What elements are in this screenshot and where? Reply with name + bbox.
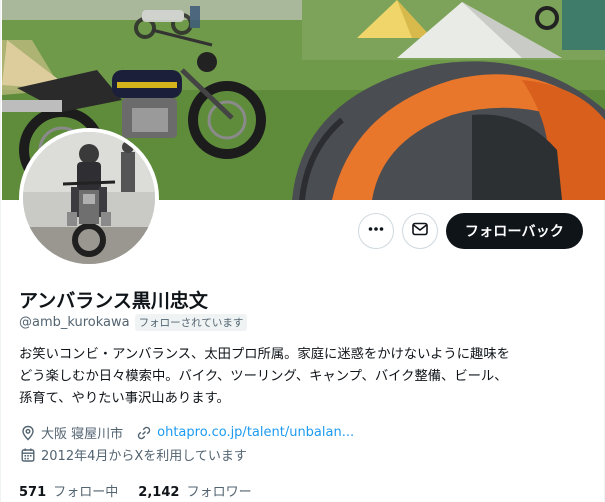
- location-item: 大阪 寝屋川市: [19, 423, 123, 442]
- bio-line: どう楽しむか日々模索中。バイク、ツーリング、キャンプ、バイク整備、ビール、: [19, 369, 508, 384]
- message-button[interactable]: [402, 213, 438, 249]
- followers-count: 2,142: [138, 485, 180, 500]
- follows-you-badge: フォローされています: [134, 314, 248, 331]
- link-icon: [135, 424, 153, 442]
- followers-label: フォロワー: [186, 485, 252, 500]
- more-horizontal-icon: [367, 220, 385, 242]
- follow-stats: 571 フォロー中 2,142 フォロワー: [19, 481, 252, 500]
- location-pin-icon: [19, 424, 37, 442]
- website-link[interactable]: ohtapro.co.jp/talent/unbalan...: [157, 425, 354, 440]
- profile-avatar[interactable]: [19, 128, 159, 268]
- followers-stat[interactable]: 2,142 フォロワー: [138, 481, 251, 500]
- more-options-button[interactable]: [358, 213, 394, 249]
- follow-back-button[interactable]: フォローバック: [446, 213, 583, 249]
- profile-page: フォローバック アンバランス黒川忠文 @amb_kurokawa フォローされて…: [0, 0, 605, 502]
- following-count: 571: [19, 485, 47, 500]
- calendar-icon: [19, 446, 37, 464]
- following-label: フォロー中: [53, 485, 119, 500]
- profile-meta-row: 大阪 寝屋川市 ohtapro.co.jp/talent/unbalan...: [19, 423, 354, 442]
- envelope-icon: [411, 220, 429, 242]
- profile-joined-row: 2012年4月からXを利用しています: [19, 445, 247, 464]
- following-stat[interactable]: 571 フォロー中: [19, 481, 118, 500]
- joined-text: 2012年4月からXを利用しています: [41, 449, 247, 464]
- display-name: アンバランス黒川忠文: [19, 290, 208, 312]
- joined-item: 2012年4月からXを利用しています: [19, 445, 247, 464]
- handle-row: @amb_kurokawa フォローされています: [19, 314, 248, 331]
- profile-bio: お笑いコンビ・アンバランス、太田プロ所属。家庭に迷惑をかけないように趣味を どう…: [19, 344, 591, 410]
- bio-line: お笑いコンビ・アンバランス、太田プロ所属。家庭に迷惑をかけないように趣味を: [19, 347, 510, 362]
- user-handle: @amb_kurokawa: [19, 315, 130, 330]
- website-item[interactable]: ohtapro.co.jp/talent/unbalan...: [135, 424, 354, 442]
- bio-line: 孫育て、やりたい事沢山あります。: [19, 391, 230, 406]
- location-text: 大阪 寝屋川市: [41, 427, 124, 442]
